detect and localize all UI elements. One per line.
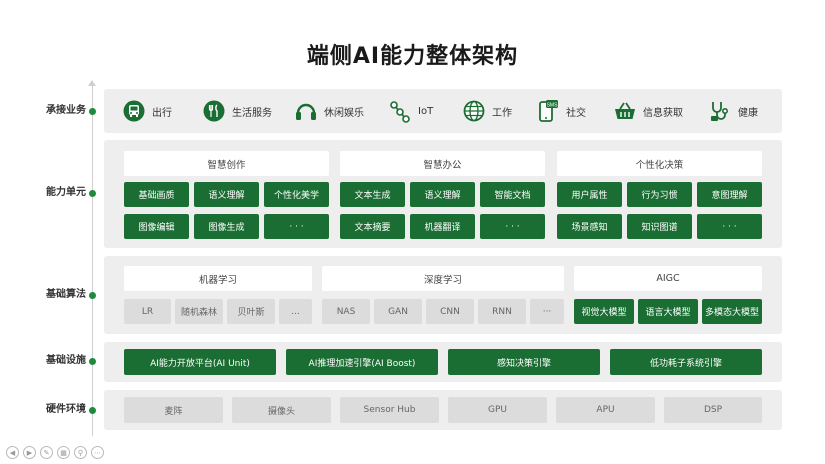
svg-text:SMS: SMS [547, 102, 559, 108]
capability-item: 机器翻译 [410, 214, 475, 239]
infrastructure-item: AI能力开放平台(AI Unit) [124, 349, 276, 375]
hardware-item: DSP [664, 397, 762, 423]
algorithm-item-more: ··· [530, 299, 564, 324]
capability-item: 智能文档 [480, 182, 545, 207]
scenario-label: 信息获取 [643, 107, 683, 119]
capability-item: 知识图谱 [627, 214, 692, 239]
capability-item-more: · · · [480, 214, 545, 239]
hardware-item: APU [556, 397, 655, 423]
row-dot [89, 190, 96, 197]
row-dot [89, 407, 96, 414]
scenario-item: SMS 社交 [536, 97, 586, 125]
scenario-item: 信息获取 [613, 97, 683, 125]
presentation-controls: ◀ ▶ ✎ ▦ ⚲ ⋯ [6, 446, 104, 459]
capability-item: 语义理解 [410, 182, 475, 207]
sms-phone-icon: SMS [536, 99, 560, 123]
scenario-label: 工作 [492, 107, 512, 119]
scenario-item: 生活服务 [202, 97, 272, 125]
pen-icon[interactable]: ✎ [40, 446, 53, 459]
capability-item: 意图理解 [697, 182, 762, 207]
algorithm-item: 贝叶斯 [227, 299, 275, 324]
algorithm-group-title: AIGC [574, 266, 762, 291]
bus-icon [122, 99, 146, 123]
scenario-label: 出行 [152, 107, 172, 119]
row-label-capability: 能力单元 [46, 187, 86, 198]
capability-item: 图像生成 [194, 214, 259, 239]
capability-group-title: 智慧创作 [124, 151, 329, 176]
more-options-icon[interactable]: ⋯ [91, 446, 104, 459]
capability-item: 文本摘要 [340, 214, 405, 239]
algorithm-item: 视觉大模型 [574, 299, 634, 324]
basket-icon [613, 99, 637, 123]
algorithm-item: NAS [322, 299, 370, 324]
scenario-label: 社交 [566, 107, 586, 119]
algorithm-group-title: 深度学习 [322, 266, 564, 291]
capability-group-title: 智慧办公 [340, 151, 545, 176]
algorithm-group-title: 机器学习 [124, 266, 312, 291]
prev-slide-icon[interactable]: ◀ [6, 446, 19, 459]
hardware-item: 摄像头 [232, 397, 331, 423]
axis-arrow [88, 80, 96, 86]
row-dot [89, 108, 96, 115]
hardware-item: Sensor Hub [340, 397, 439, 423]
row-label-infrastructure: 基础设施 [46, 355, 86, 366]
capability-item-more: · · · [264, 214, 329, 239]
scenario-label: IoT [418, 105, 434, 117]
infrastructure-item: AI推理加速引擎(AI Boost) [286, 349, 438, 375]
capability-item: 场景感知 [557, 214, 622, 239]
scenario-item: IoT [388, 97, 433, 125]
capability-group-title: 个性化决策 [557, 151, 762, 176]
capability-item: 用户属性 [557, 182, 622, 207]
scenario-label: 生活服务 [232, 107, 272, 119]
vertical-axis [92, 84, 93, 436]
hardware-item: 麦阵 [124, 397, 223, 423]
scenario-item: 出行 [122, 97, 172, 125]
row-dot [89, 358, 96, 365]
algorithm-item-more: ... [279, 299, 312, 324]
scenario-label: 健康 [738, 107, 758, 119]
algorithm-item: RNN [478, 299, 526, 324]
hardware-item: GPU [448, 397, 547, 423]
capability-item: 文本生成 [340, 182, 405, 207]
stethoscope-icon [708, 99, 732, 123]
scenario-item: 工作 [462, 97, 512, 125]
row-dot [89, 292, 96, 299]
globe-icon [462, 99, 486, 123]
infrastructure-item: 感知决策引擎 [448, 349, 600, 375]
page-title: 端侧AI能力整体架构 [306, 44, 519, 69]
utensils-icon [202, 99, 226, 123]
scenario-item: 健康 [708, 97, 758, 125]
algorithm-item: 多模态大模型 [702, 299, 762, 324]
capability-item: 语义理解 [194, 182, 259, 207]
row-label-scenario: 承接业务 [46, 105, 86, 116]
capability-item: 行为习惯 [627, 182, 692, 207]
capability-item: 图像编辑 [124, 214, 189, 239]
row-label-hardware: 硬件环境 [46, 404, 86, 415]
infrastructure-item: 低功耗子系统引擎 [610, 349, 762, 375]
algorithm-item: LR [124, 299, 171, 324]
iot-nodes-icon [388, 99, 412, 123]
capability-item: 基础画质 [124, 182, 189, 207]
scenario-item: 休闲娱乐 [294, 97, 364, 125]
algorithm-item: CNN [426, 299, 474, 324]
slides-grid-icon[interactable]: ▦ [57, 446, 70, 459]
algorithm-item: 语言大模型 [638, 299, 698, 324]
zoom-icon[interactable]: ⚲ [74, 446, 87, 459]
next-slide-icon[interactable]: ▶ [23, 446, 36, 459]
algorithm-item: 随机森林 [175, 299, 223, 324]
capability-item-more: · · · [697, 214, 762, 239]
capability-item: 个性化美学 [264, 182, 329, 207]
scenario-label: 休闲娱乐 [324, 107, 364, 119]
headphones-icon [294, 99, 318, 123]
algorithm-item: GAN [374, 299, 422, 324]
row-label-algorithm: 基础算法 [46, 289, 86, 300]
